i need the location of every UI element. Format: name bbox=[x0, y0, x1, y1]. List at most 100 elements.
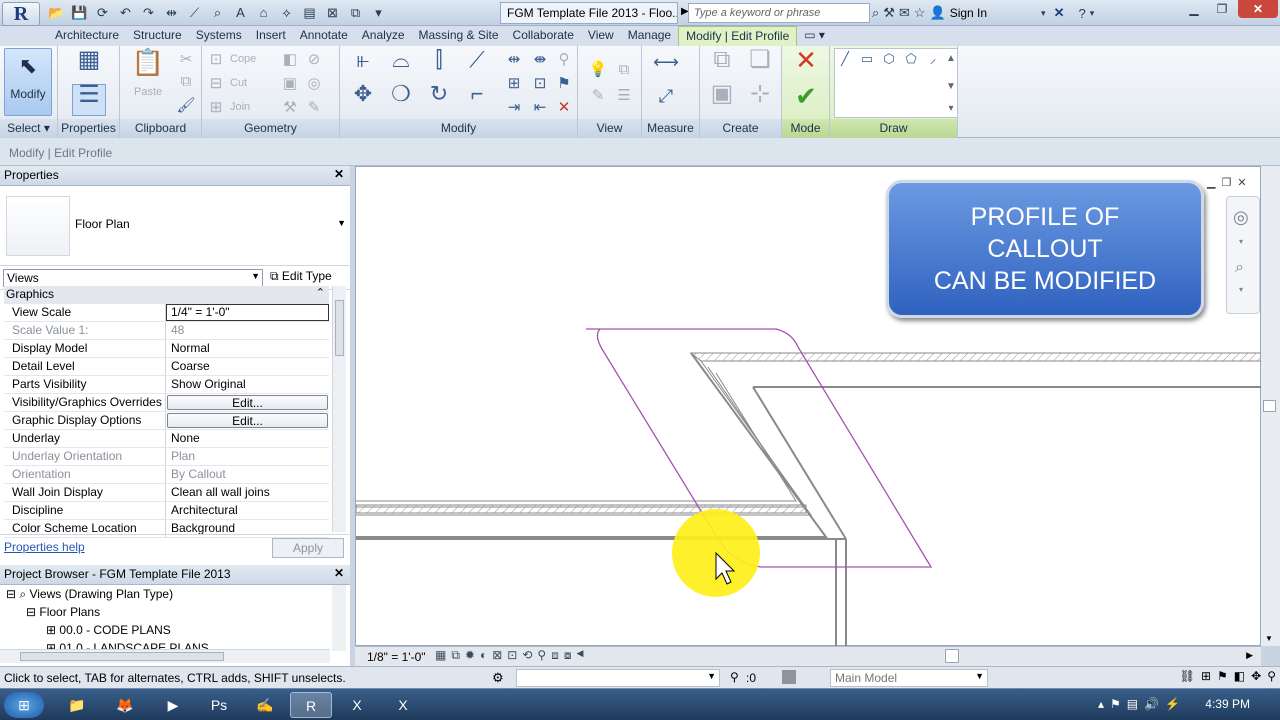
align-icon[interactable]: ⫦ bbox=[348, 49, 378, 80]
paste-icon[interactable]: 📋 bbox=[130, 49, 166, 86]
temp-hide-icon[interactable]: ⚲ bbox=[537, 648, 546, 663]
views-dropdown-icon[interactable]: ▼ bbox=[251, 271, 260, 281]
split-element-icon[interactable]: ⇹ bbox=[504, 50, 524, 70]
apply-button[interactable]: Apply bbox=[272, 538, 344, 558]
copy-element-icon[interactable]: ❍ bbox=[386, 83, 416, 114]
copy-icon[interactable]: ⧉ bbox=[176, 72, 196, 92]
polygon-icon[interactable]: ⬡ bbox=[879, 49, 899, 69]
reveal-hidden-icon[interactable]: ⧈ bbox=[551, 648, 559, 663]
array-icon[interactable]: ⊞ bbox=[504, 74, 524, 94]
filter-count-icon[interactable]: ⚲ bbox=[1267, 669, 1276, 683]
property-value[interactable]: None bbox=[166, 430, 329, 447]
editable-only-icon[interactable] bbox=[782, 670, 796, 684]
select-panel-title[interactable]: Select ▾ bbox=[0, 119, 57, 138]
tab-architecture[interactable]: Architecture bbox=[48, 26, 126, 46]
properties-icon[interactable]: ☰ bbox=[72, 83, 106, 116]
minimize-icon[interactable]: ▁ bbox=[1182, 0, 1206, 18]
canvas-vscroll-thumb[interactable] bbox=[1263, 400, 1276, 412]
remove-paint-icon[interactable]: ◎ bbox=[304, 74, 324, 94]
select-by-face-icon[interactable]: ◧ bbox=[1234, 669, 1245, 683]
property-value[interactable]: Coarse bbox=[166, 358, 329, 375]
view-minimize-icon[interactable]: ▁ bbox=[1207, 176, 1215, 189]
mirror-axis-icon[interactable]: ⫿ bbox=[424, 49, 454, 80]
match-properties-icon[interactable]: 🖌 bbox=[176, 96, 196, 116]
type-selector[interactable]: Floor Plan ▼ bbox=[0, 186, 350, 266]
line-icon[interactable]: ╱ bbox=[835, 49, 855, 69]
redo-icon[interactable]: ↷ bbox=[138, 4, 159, 22]
wall-joins-icon[interactable]: ⊘ bbox=[304, 50, 324, 70]
help-dropdown-icon[interactable]: ▾ bbox=[1090, 8, 1095, 19]
clock[interactable]: 4:39 PM bbox=[1205, 697, 1250, 711]
text-icon[interactable]: A bbox=[230, 4, 251, 22]
close-views-icon[interactable]: ⊠ bbox=[322, 4, 343, 22]
start-button-icon[interactable]: ⊞ bbox=[4, 692, 44, 718]
switch-windows-icon[interactable]: ⧉ bbox=[345, 4, 366, 22]
browser-scrollbar[interactable] bbox=[332, 585, 346, 651]
media-player-icon[interactable]: ▶ bbox=[152, 692, 194, 718]
sun-path-icon[interactable]: ✹ bbox=[465, 648, 475, 663]
close-browser-icon[interactable]: ✕ bbox=[334, 566, 344, 580]
cope-icon[interactable]: ⊡ bbox=[206, 50, 226, 70]
pdf-icon[interactable]: ✍ bbox=[244, 692, 286, 718]
graphics-group-header[interactable]: Graphics ⌃ bbox=[4, 286, 329, 304]
edit-button[interactable]: Edit... bbox=[167, 413, 328, 428]
demolish-icon[interactable]: ⚒ bbox=[280, 98, 300, 118]
application-menu-button[interactable]: R bbox=[2, 2, 40, 26]
tab-massing-site[interactable]: Massing & Site bbox=[412, 26, 506, 46]
explorer-icon[interactable]: 📁 bbox=[56, 692, 98, 718]
type-properties-icon[interactable]: ▦ bbox=[72, 48, 106, 82]
save-icon[interactable]: 💾 bbox=[69, 4, 90, 22]
user-icon[interactable]: 👤 bbox=[930, 5, 946, 21]
canvas-vscroll[interactable]: ▼ bbox=[1261, 166, 1280, 646]
measure-between-icon[interactable]: ⟷ bbox=[650, 52, 682, 72]
gallery-down-icon[interactable]: ▼ bbox=[941, 77, 961, 97]
scroll-right-icon[interactable]: ▶ bbox=[1246, 650, 1253, 661]
tab-insert[interactable]: Insert bbox=[249, 26, 293, 46]
close-window-icon[interactable]: ✕ bbox=[1238, 0, 1278, 18]
pin-icon[interactable]: ⚑ bbox=[554, 74, 574, 94]
create-group-icon[interactable]: ▣ bbox=[706, 82, 738, 116]
revit-taskbar-icon[interactable]: R bbox=[290, 692, 332, 718]
gallery-up-icon[interactable]: ▲ bbox=[941, 49, 961, 69]
override-graphics-icon[interactable]: ⧉ bbox=[614, 60, 634, 80]
measure-icon[interactable]: ⇹ bbox=[161, 4, 182, 22]
callout-profile-outline[interactable] bbox=[586, 328, 933, 568]
property-value[interactable]: Architectural bbox=[166, 502, 329, 519]
help-icon[interactable]: ? bbox=[1078, 6, 1085, 21]
rectangle-icon[interactable]: ▭ bbox=[857, 49, 877, 69]
edit-button[interactable]: Edit... bbox=[167, 395, 328, 410]
ribbon-minimize-icon[interactable]: ▭ ▾ bbox=[797, 26, 832, 46]
model-dropdown-icon[interactable]: ▼ bbox=[975, 671, 984, 681]
scroll-down-icon[interactable]: ▼ bbox=[1265, 634, 1273, 643]
show-crop-icon[interactable]: ⊡ bbox=[507, 648, 517, 663]
sync-icon[interactable]: ⟳ bbox=[92, 4, 113, 22]
sign-in-link[interactable]: Sign In bbox=[950, 6, 987, 20]
trim-extend-icon[interactable]: ⌐ bbox=[462, 83, 492, 114]
rotate-icon[interactable]: ↻ bbox=[424, 83, 454, 114]
tab-collaborate[interactable]: Collaborate bbox=[506, 26, 581, 46]
linework-icon[interactable]: ✎ bbox=[304, 98, 324, 118]
tab-manage[interactable]: Manage bbox=[621, 26, 678, 46]
excel-icon[interactable]: X bbox=[336, 692, 378, 718]
scroll-left-icon[interactable]: ◀ bbox=[577, 648, 584, 663]
tab-structure[interactable]: Structure bbox=[126, 26, 189, 46]
sign-in-dropdown-icon[interactable]: ▾ bbox=[1041, 8, 1046, 19]
network-icon[interactable]: ▤ bbox=[1127, 697, 1138, 711]
section-icon[interactable]: ⟡ bbox=[276, 4, 297, 22]
tree-node-views[interactable]: ⊟ ⌕ Views (Drawing Plan Type) bbox=[6, 587, 173, 602]
close-properties-icon[interactable]: ✕ bbox=[334, 167, 344, 181]
property-value[interactable]: Normal bbox=[166, 340, 329, 357]
view-options-icon[interactable]: ☰ bbox=[614, 86, 634, 106]
tab-analyze[interactable]: Analyze bbox=[355, 26, 412, 46]
tab-annotate[interactable]: Annotate bbox=[293, 26, 355, 46]
collapse-icon[interactable]: ⌃ bbox=[316, 286, 325, 299]
paint-icon[interactable]: ▣ bbox=[280, 74, 300, 94]
trim-single-icon[interactable]: ⇤ bbox=[530, 98, 550, 118]
tree-node-code-plans[interactable]: ⊞ 00.0 - CODE PLANS bbox=[46, 623, 171, 637]
tab-systems[interactable]: Systems bbox=[189, 26, 249, 46]
tray-expand-icon[interactable]: ▴ bbox=[1098, 697, 1104, 711]
workset-combo[interactable]: ▼ bbox=[516, 669, 720, 687]
zoom-icon[interactable]: ⌕ bbox=[1235, 259, 1244, 277]
3d-view-icon[interactable]: ⌂ bbox=[253, 4, 274, 22]
cut-geometry-icon[interactable]: ⊟ bbox=[206, 74, 226, 94]
